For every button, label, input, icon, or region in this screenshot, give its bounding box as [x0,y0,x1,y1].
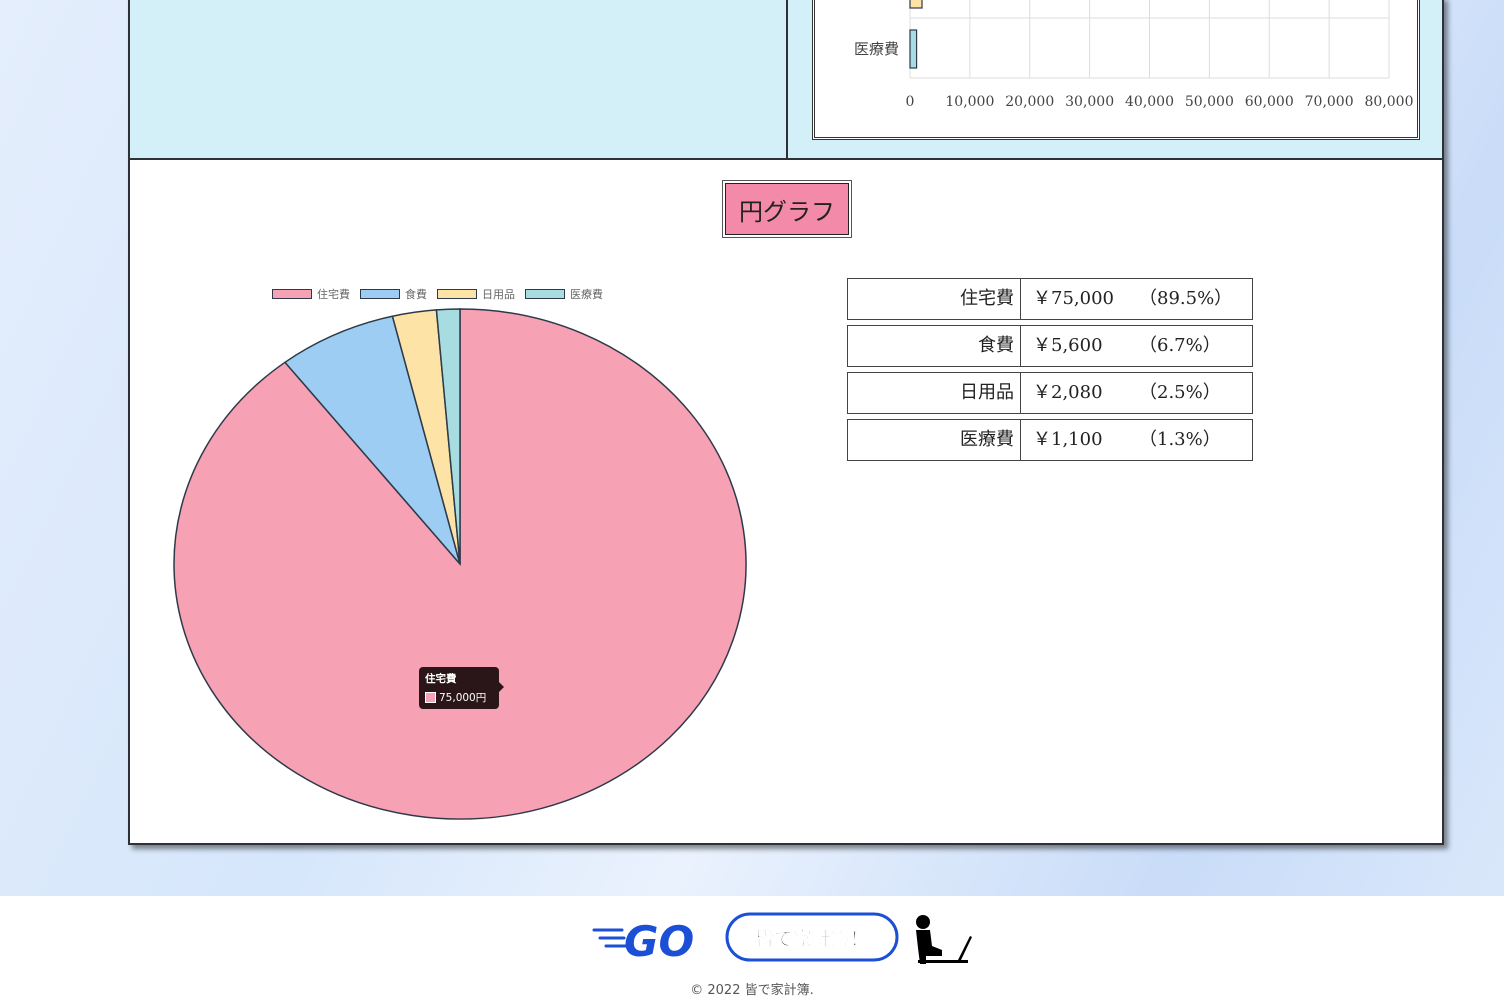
summary-row: 食費 ￥5,600 （6.7%） [847,325,1253,367]
legend-swatch [437,289,477,299]
logo-text: 皆で家計簿！ [755,927,869,950]
bar-x-tick: 80,000 [1365,94,1414,110]
summary-table: 住宅費 ￥75,000 （89.5%） 食費 ￥5,600 （6.7%） 日用品… [847,278,1253,466]
summary-category: 食費 [848,326,1021,366]
summary-amount: ￥75,000 [1033,288,1114,309]
summary-category: 医療費 [848,420,1021,460]
summary-category: 日用品 [848,373,1021,413]
summary-amount: ￥1,100 [1033,429,1103,450]
legend-item[interactable]: 住宅費 [272,286,350,302]
speed-lines-icon [592,928,628,948]
tooltip-swatch [425,692,436,703]
bar-x-tick: 50,000 [1185,94,1234,110]
legend-item[interactable]: 食費 [360,286,427,302]
summary-percent: （89.5%） [1139,288,1233,309]
legend-label: 医療費 [570,288,603,301]
bar-cropped[interactable] [909,0,923,9]
bar-chart: 医療費 0 10,000 20,000 30,000 40,000 50,000 60,00… [854,0,1414,110]
logo-go: GO [624,917,694,966]
summary-category: 住宅費 [848,279,1021,319]
summary-amount: ￥2,080 [1033,382,1103,403]
summary-row: 日用品 ￥2,080 （2.5%） [847,372,1253,414]
pie-chart[interactable] [170,306,750,826]
legend-label: 住宅費 [317,288,350,301]
legend-swatch [525,289,565,299]
legend-item[interactable]: 日用品 [437,286,515,302]
bar-chart-frame: 医療費 0 10,000 20,000 30,000 40,000 50,000 60,00… [812,0,1420,140]
pie-chart-title: 円グラフ [722,180,852,238]
legend-swatch [272,289,312,299]
top-section: 医療費 0 10,000 20,000 30,000 40,000 50,000 60,00… [130,0,1442,160]
summary-amount: ￥5,600 [1033,335,1103,356]
bar-medical[interactable] [909,29,918,69]
bar-x-tick: 70,000 [1305,94,1354,110]
bar-x-tick: 40,000 [1125,94,1174,110]
summary-percent: （6.7%） [1139,335,1221,356]
summary-row: 医療費 ￥1,100 （1.3%） [847,419,1253,461]
bar-category-label: 医療費 [854,40,899,58]
dashboard-panel: 医療費 0 10,000 20,000 30,000 40,000 50,000 60,00… [128,0,1444,845]
summary-row: 住宅費 ￥75,000 （89.5%） [847,278,1253,320]
legend-label: 日用品 [482,288,515,301]
pie-tooltip: 住宅費 75,000円 [419,667,504,709]
tooltip-title: 住宅費 [425,673,457,685]
bar-x-tick: 30,000 [1065,94,1114,110]
summary-percent: （2.5%） [1139,382,1221,403]
pie-legend: 住宅費 食費 日用品 医療費 [272,286,603,302]
bar-x-tick: 60,000 [1245,94,1294,110]
copyright: © 2022 皆で家計簿. [690,983,814,998]
legend-swatch [360,289,400,299]
legend-item[interactable]: 医療費 [525,286,603,302]
legend-label: 食費 [405,288,427,301]
summary-percent: （1.3%） [1139,429,1221,450]
site-logo[interactable]: GO 皆で家計簿！ [592,912,976,972]
person-laptop-icon [916,915,972,964]
bar-x-tick: 0 [906,94,915,110]
section-divider [786,0,788,160]
bar-x-tick: 20,000 [1005,94,1054,110]
tooltip-value: 75,000円 [439,692,487,704]
bar-x-tick: 10,000 [945,94,994,110]
